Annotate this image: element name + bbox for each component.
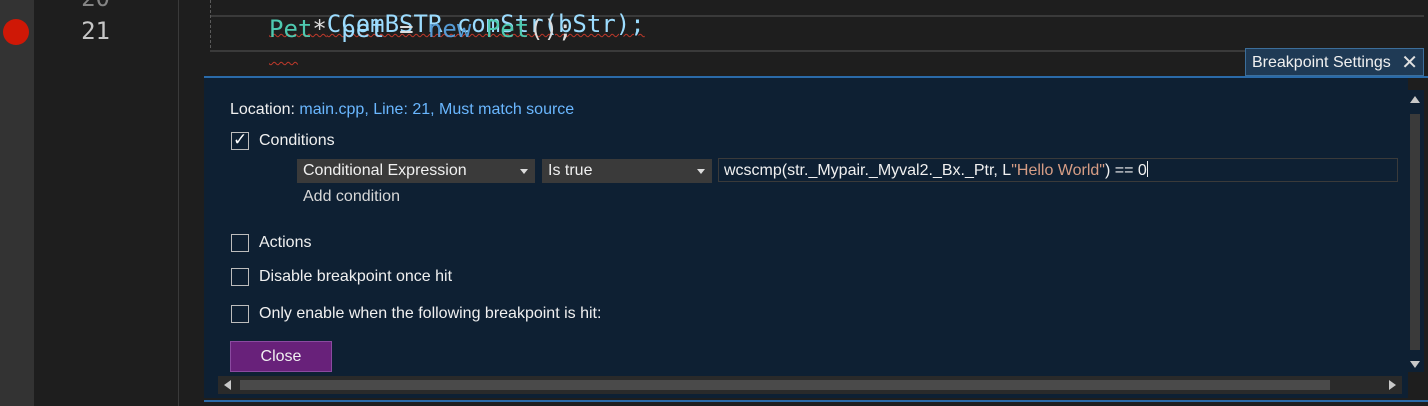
text-caret (1146, 161, 1148, 177)
only-enable-when-checkbox[interactable] (231, 305, 249, 323)
disable-once-hit-checkbox[interactable] (231, 268, 249, 286)
close-icon[interactable]: ✕ (1401, 50, 1418, 75)
disable-once-hit-label[interactable]: Disable breakpoint once hit (259, 268, 452, 286)
line-number-20: 20 (81, 0, 110, 12)
scroll-thumb[interactable] (1410, 114, 1420, 350)
location-label: Location: (230, 101, 295, 118)
chevron-down-icon (697, 169, 705, 174)
scroll-left-icon[interactable] (224, 380, 231, 390)
code-keyword-token: new (427, 15, 472, 43)
location-link[interactable]: main.cpp, Line: 21, Must match source (299, 101, 574, 118)
code-editor[interactable]: CComBSTR comStr(bStr); Pet* pet = new Pe… (180, 0, 1428, 78)
add-condition-link[interactable]: Add condition (303, 188, 400, 206)
panel-bottom-border (204, 400, 1428, 402)
condition-mode-value: Is true (548, 162, 593, 179)
expression-string-literal: "Hello World" (1011, 162, 1105, 179)
indent-guide (210, 0, 211, 48)
close-button[interactable]: Close (230, 341, 332, 372)
condition-type-value: Conditional Expression (303, 162, 467, 179)
condition-mode-dropdown[interactable]: Is true (542, 159, 712, 183)
code-assign-token: = (399, 15, 414, 43)
expression-prefix: wcscmp(str._Mypair._Myval2._Bx._Ptr, L (724, 162, 1012, 179)
expression-suffix: ) == 0 (1104, 162, 1147, 179)
chevron-down-icon (520, 169, 528, 174)
scroll-thumb[interactable] (240, 380, 1330, 390)
location-row: Location: main.cpp, Line: 21, Must match… (230, 101, 574, 119)
conditions-label[interactable]: Conditions (259, 132, 335, 150)
condition-expression-input[interactable]: wcscmp(str._Mypair._Myval2._Bx._Ptr, L"H… (718, 158, 1398, 182)
gutter-divider (178, 0, 179, 406)
code-ctor-token: Pet (485, 15, 530, 43)
vertical-scrollbar[interactable] (1406, 90, 1424, 372)
code-type-token: Pet (269, 15, 313, 43)
line-number-gutter: 20 21 (34, 0, 178, 406)
breakpoint-icon[interactable] (3, 19, 29, 45)
code-line-21[interactable]: Pet* pet = new Pet(); (269, 15, 573, 43)
horizontal-scrollbar[interactable] (218, 376, 1402, 394)
code-ptr-token: * (312, 15, 327, 43)
glyph-margin[interactable] (0, 0, 34, 406)
conditions-checkbox[interactable] (231, 130, 249, 150)
code-tail-token: (); (529, 15, 573, 43)
breakpoint-settings-tab: Breakpoint Settings ✕ (1245, 48, 1424, 76)
line-number-21: 21 (81, 17, 110, 45)
scroll-down-icon[interactable] (1410, 361, 1420, 368)
code-var-token: pet (341, 15, 385, 43)
breakpoint-settings-panel (204, 78, 1408, 398)
condition-type-dropdown[interactable]: Conditional Expression (297, 159, 535, 183)
scroll-right-icon[interactable] (1389, 380, 1396, 390)
breakpoint-settings-title: Breakpoint Settings (1252, 54, 1391, 71)
actions-label[interactable]: Actions (259, 234, 311, 252)
only-enable-when-label[interactable]: Only enable when the following breakpoin… (259, 305, 601, 323)
actions-checkbox[interactable] (231, 234, 249, 252)
scroll-up-icon[interactable] (1410, 96, 1420, 103)
